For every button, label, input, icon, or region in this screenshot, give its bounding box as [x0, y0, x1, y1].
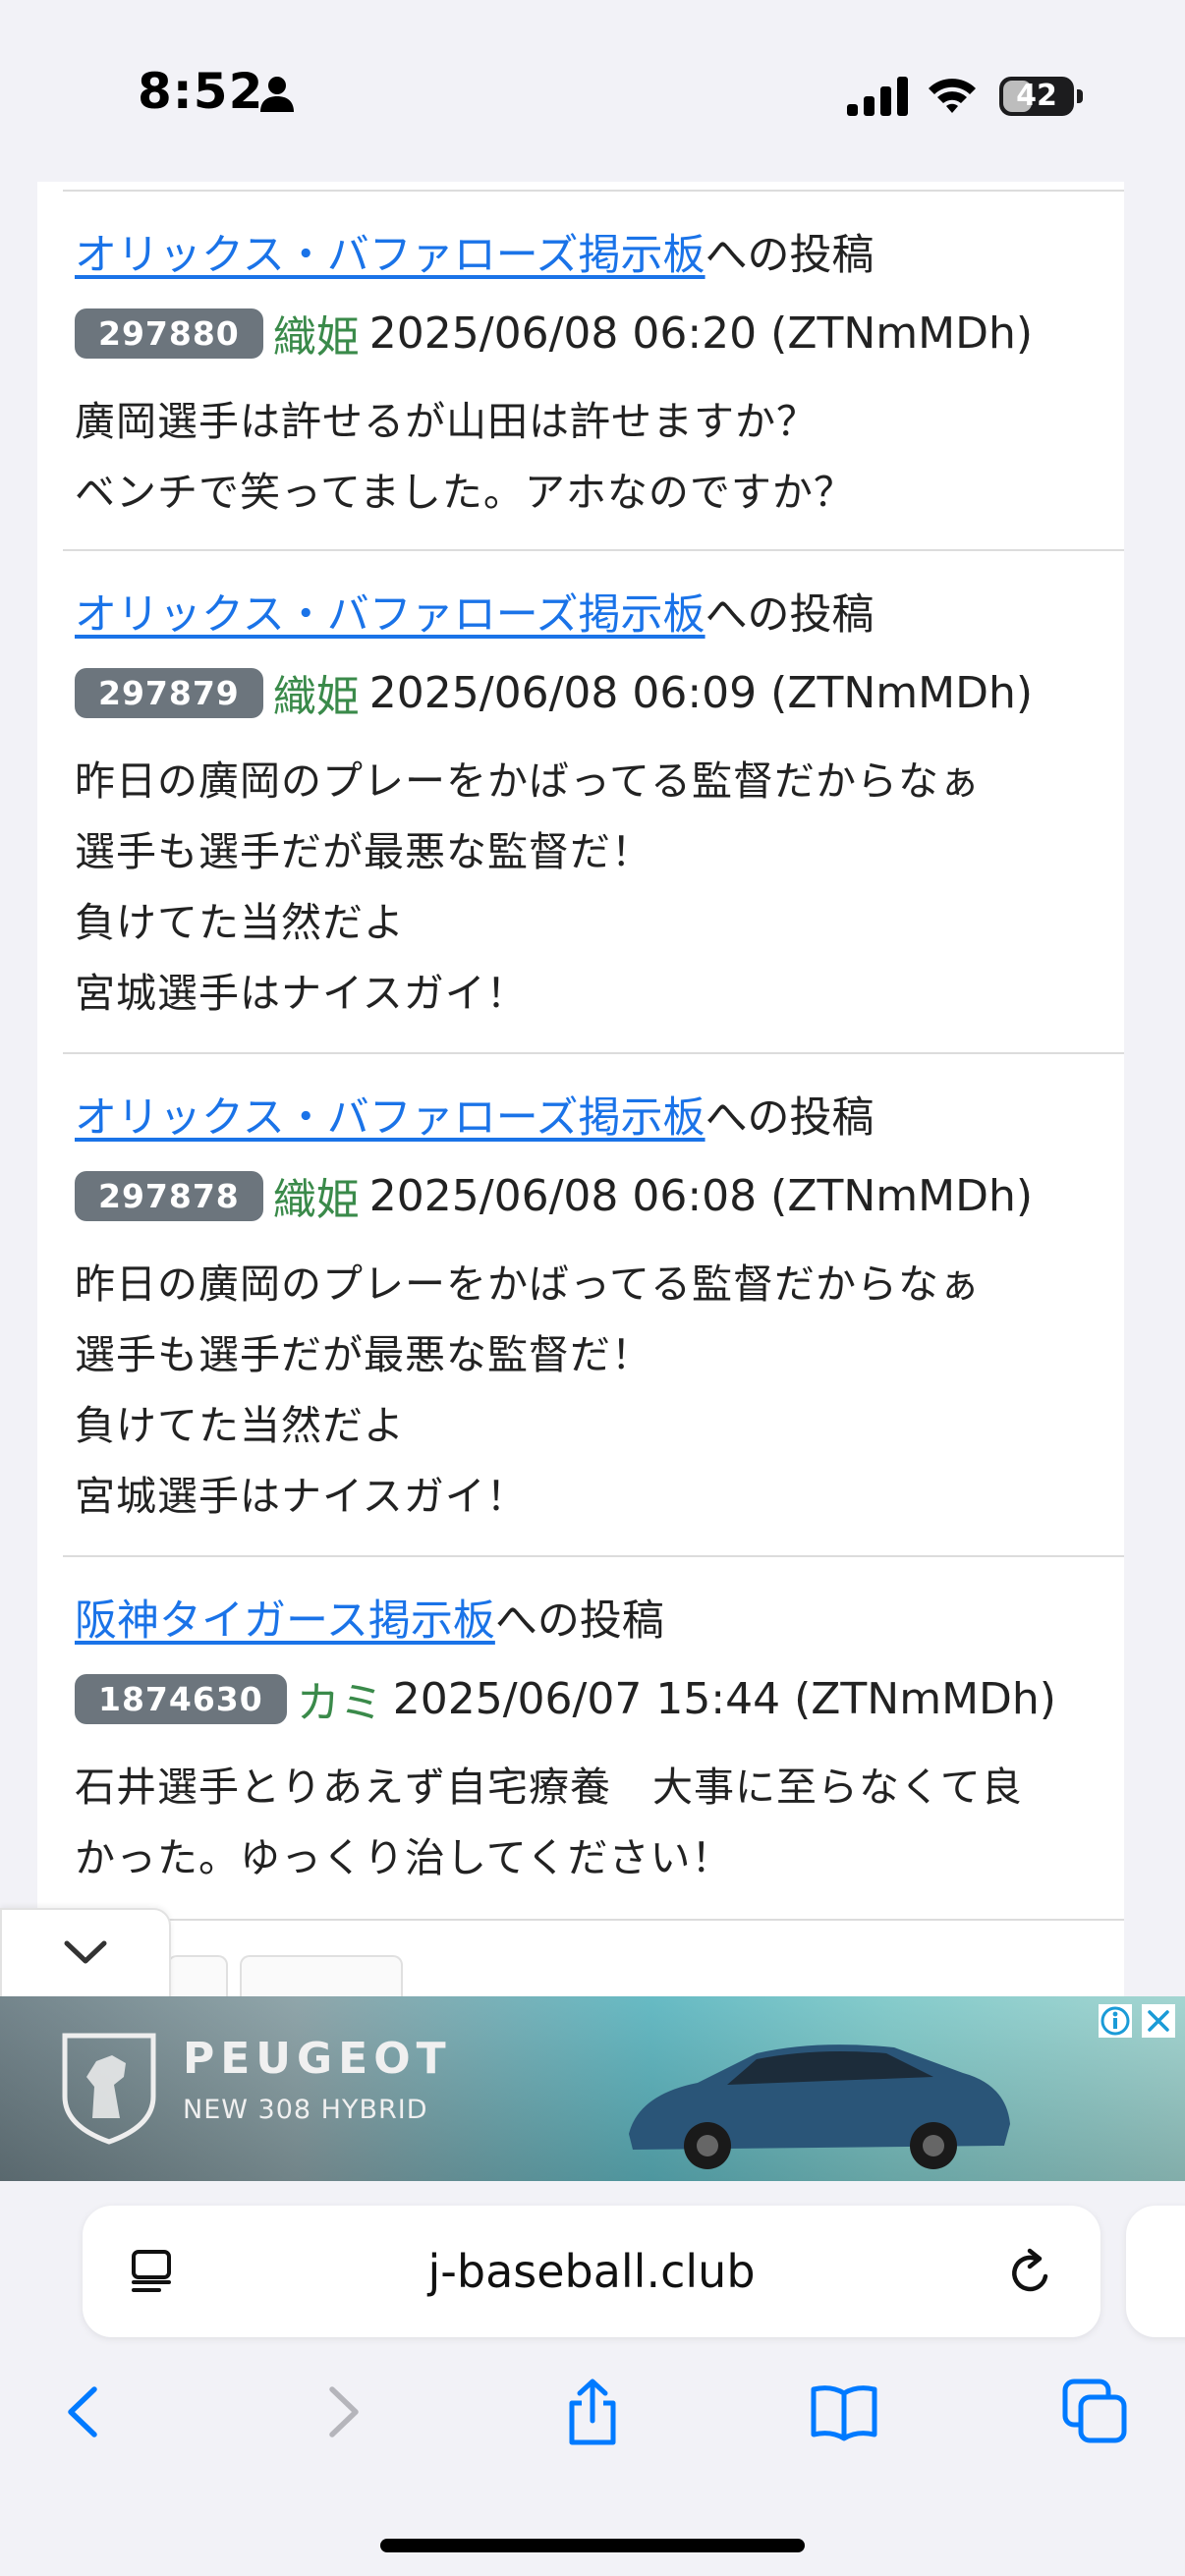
- post-body-line: かった。ゆっくり治してください！: [75, 1834, 733, 1881]
- ad-info-icon[interactable]: [1099, 2004, 1132, 2038]
- share-icon[interactable]: [558, 2378, 627, 2446]
- bookmarks-icon[interactable]: [810, 2378, 878, 2446]
- pager-prev-button[interactable]: [167, 1955, 228, 1996]
- board-link[interactable]: オリックス・バファローズ掲示板: [75, 1093, 705, 1143]
- post-body-line: 昨日の廣岡のプレーをかばってる監督だからなぁ: [75, 1260, 981, 1308]
- post-body-line: 選手も選手だが最悪な監督だ！: [75, 1331, 652, 1378]
- post-datetime: 2025/06/07 15:44 (ZTNmMDh): [392, 1673, 1056, 1724]
- post-id-badge[interactable]: 297879: [75, 667, 263, 718]
- post-meta: 1874630 カミ 2025/06/07 15:44 (ZTNmMDh): [75, 1667, 1056, 1730]
- person-icon: [260, 77, 294, 112]
- ad-tagline: NEW 308 HYBRID: [183, 2095, 428, 2125]
- post-author: 織姫: [272, 672, 360, 722]
- post-item: オリックス・バファローズ掲示板への投稿 297878 織姫 2025/06/08 0…: [63, 1052, 1124, 1555]
- ad-brand: PEUGEOT: [183, 2034, 452, 2084]
- post-id-badge[interactable]: 297880: [75, 308, 263, 359]
- home-indicator[interactable]: [380, 2539, 805, 2552]
- post-body-line: 石井選手とりあえず自宅療養 大事に至らなくて良: [75, 1764, 1023, 1811]
- post-item: オリックス・バファローズ掲示板への投稿 297879 織姫 2025/06/08 0…: [63, 549, 1124, 1052]
- back-icon[interactable]: [51, 2378, 120, 2446]
- post-body-line: 廣岡選手は許せるが山田は許せますか？: [75, 398, 818, 445]
- chevron-down-icon: [64, 1940, 107, 1964]
- forward-icon[interactable]: [307, 2378, 375, 2446]
- post-header: オリックス・バファローズ掲示板への投稿: [75, 221, 875, 282]
- post-body-line: 宮城選手はナイスガイ！: [75, 970, 528, 1017]
- post-body-line: 負けてた当然だよ: [75, 899, 405, 946]
- ad-close-icon[interactable]: [1142, 2004, 1175, 2038]
- post-body-line: 選手も選手だが最悪な監督だ！: [75, 828, 652, 875]
- post-suffix: への投稿: [705, 590, 875, 640]
- cellular-signal-icon: [847, 77, 908, 116]
- status-time: 8:52: [138, 63, 264, 120]
- battery-indicator: 42: [999, 77, 1074, 116]
- pager-next-button[interactable]: [240, 1955, 403, 1996]
- post-meta: 297878 織姫 2025/06/08 06:08 (ZTNmMDh): [75, 1164, 1033, 1227]
- post-list: オリックス・バファローズ掲示板への投稿 297880 織姫 2025/06/08 0…: [37, 182, 1124, 1999]
- post-datetime: 2025/06/08 06:20 (ZTNmMDh): [368, 308, 1034, 359]
- post-meta: 297879 織姫 2025/06/08 06:09 (ZTNmMDh): [75, 661, 1033, 724]
- status-bar: 8:52 42: [0, 0, 1185, 182]
- battery-level: 42: [1016, 79, 1057, 113]
- post-author: 織姫: [272, 1175, 360, 1225]
- post-suffix: への投稿: [705, 1093, 875, 1143]
- battery-cap: [1077, 89, 1083, 103]
- reload-icon[interactable]: [1006, 2247, 1055, 2298]
- post-item: 阪神タイガース掲示板への投稿 1874630 カミ 2025/06/07 15:44…: [63, 1555, 1124, 1921]
- post-suffix: への投稿: [494, 1596, 664, 1646]
- ad-banner[interactable]: PEUGEOT NEW 308 HYBRID: [0, 1996, 1185, 2181]
- post-id-badge[interactable]: 297878: [75, 1170, 263, 1221]
- collapse-toggle[interactable]: [0, 1908, 171, 2010]
- post-body-line: 昨日の廣岡のプレーをかばってる監督だからなぁ: [75, 757, 981, 805]
- post-header: 阪神タイガース掲示板への投稿: [75, 1587, 664, 1648]
- car-image: [629, 2044, 1010, 2169]
- post-item: オリックス・バファローズ掲示板への投稿 297880 織姫 2025/06/08 0…: [63, 190, 1124, 551]
- post-datetime: 2025/06/08 06:08 (ZTNmMDh): [368, 1170, 1034, 1221]
- post-author: カミ: [296, 1678, 383, 1728]
- post-header: オリックス・バファローズ掲示板への投稿: [75, 581, 875, 642]
- board-link[interactable]: オリックス・バファローズ掲示板: [75, 590, 705, 640]
- post-id-badge[interactable]: 1874630: [75, 1673, 287, 1724]
- tabs-icon[interactable]: [1061, 2378, 1130, 2446]
- post-header: オリックス・バファローズ掲示板への投稿: [75, 1084, 875, 1145]
- address-bar[interactable]: j-baseball.club: [83, 2206, 1100, 2337]
- post-body-line: 宮城選手はナイスガイ！: [75, 1473, 528, 1520]
- post-suffix: への投稿: [705, 231, 875, 280]
- board-link[interactable]: 阪神タイガース掲示板: [75, 1596, 495, 1646]
- post-body-line: 負けてた当然だよ: [75, 1402, 405, 1449]
- url-text[interactable]: j-baseball.club: [83, 2206, 1100, 2337]
- next-tab-peek[interactable]: [1126, 2206, 1185, 2337]
- post-author: 織姫: [272, 312, 360, 363]
- post-datetime: 2025/06/08 06:09 (ZTNmMDh): [368, 667, 1034, 718]
- board-link[interactable]: オリックス・バファローズ掲示板: [75, 231, 705, 280]
- peugeot-lion-logo-icon: [62, 2033, 156, 2145]
- wifi-icon: [929, 79, 976, 113]
- post-body-line: ベンチで笑ってました。アホなのですか？: [75, 469, 855, 516]
- post-meta: 297880 織姫 2025/06/08 06:20 (ZTNmMDh): [75, 302, 1033, 364]
